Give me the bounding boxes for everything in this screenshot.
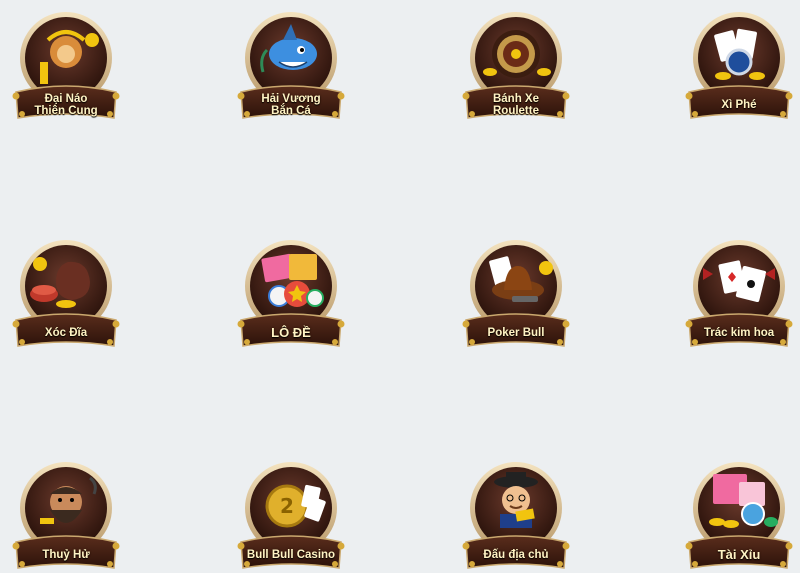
game-label: Hải Vương Bắn Cá (261, 93, 321, 117)
game-tile[interactable]: Thuỷ Hử (10, 460, 122, 572)
game-grid: Đại Náo Thiên Cung Hải Vương Bắn Cá Bánh… (0, 0, 800, 573)
game-tile[interactable]: LÔ ĐỀ (235, 238, 347, 350)
game-tile[interactable]: Hải Vương Bắn Cá (235, 10, 347, 122)
game-label: Bull Bull Casino (246, 549, 336, 561)
game-label: Đấu địa chủ (483, 549, 549, 561)
svg-text:2: 2 (280, 494, 294, 518)
game-tile[interactable]: Tài Xỉu (683, 460, 795, 572)
game-tile[interactable]: Xì Phé (683, 10, 795, 122)
game-label: Đại Náo Thiên Cung (34, 93, 98, 117)
game-tile[interactable]: Đại Náo Thiên Cung (10, 10, 122, 122)
game-tile[interactable]: Đấu địa chủ (460, 460, 572, 572)
game-label: Xóc Đĩa (44, 327, 88, 339)
game-label: Thuỷ Hử (42, 549, 90, 561)
game-label: Bánh Xe Roulette (492, 93, 539, 117)
game-tile[interactable]: 2 Bull Bull Casino (235, 460, 347, 572)
game-label: Tài Xỉu (717, 547, 761, 562)
game-label: Trác kim hoa (703, 327, 775, 339)
game-label: LÔ ĐỀ (271, 325, 311, 340)
game-tile[interactable]: Xóc Đĩa (10, 238, 122, 350)
game-tile[interactable]: Poker Bull (460, 238, 572, 350)
game-tile[interactable]: Bánh Xe Roulette (460, 10, 572, 122)
game-label: Xì Phé (721, 99, 757, 111)
game-label: Poker Bull (487, 327, 545, 339)
game-tile[interactable]: Trác kim hoa (683, 238, 795, 350)
